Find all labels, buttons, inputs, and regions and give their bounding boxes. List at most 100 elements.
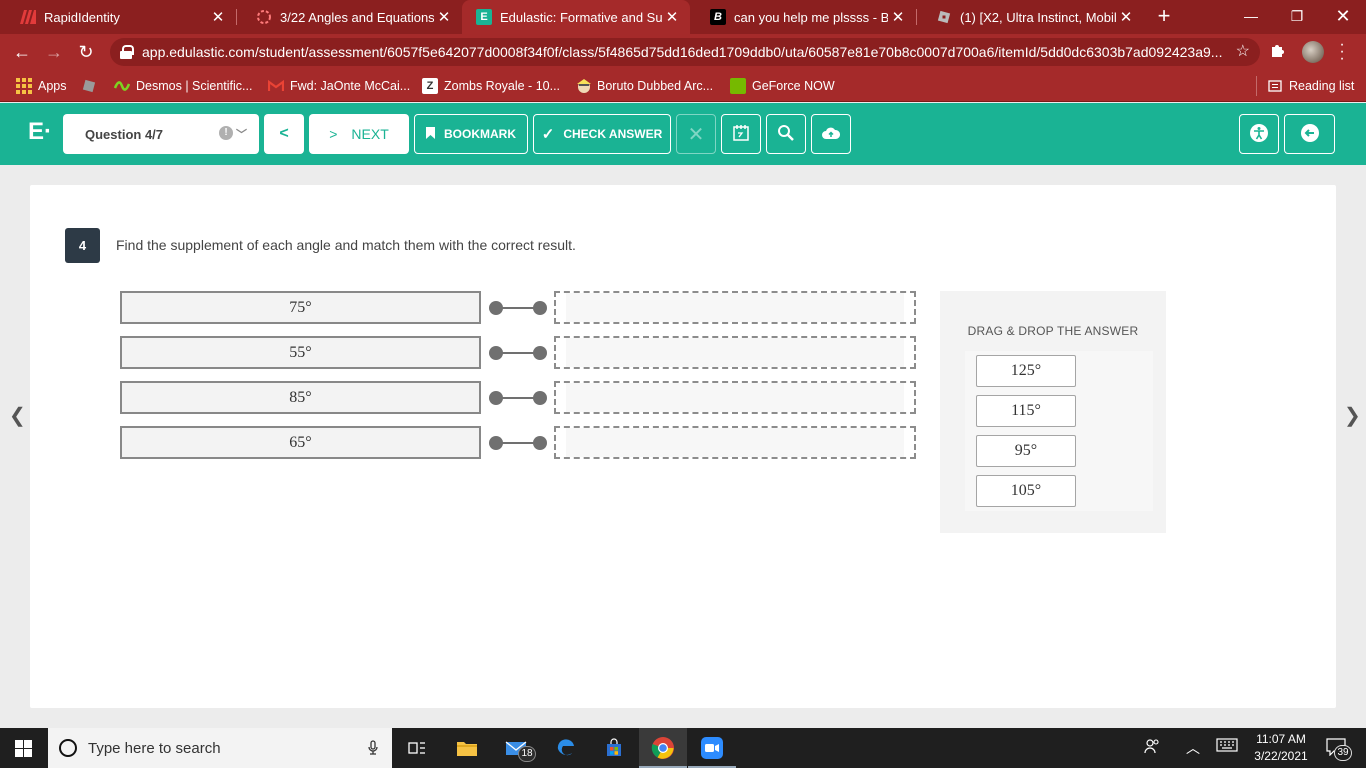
save-upload-button[interactable] xyxy=(811,114,851,154)
close-icon[interactable]: ✕ xyxy=(434,8,454,26)
window-close-button[interactable]: ✕ xyxy=(1320,0,1366,32)
bookmark-geforce-now[interactable]: GeForce NOW xyxy=(730,76,835,96)
windows-start-icon[interactable] xyxy=(15,740,32,757)
keyboard-icon[interactable] xyxy=(1216,738,1238,755)
minimize-button[interactable]: — xyxy=(1228,0,1274,32)
browser-tab-strip: RapidIdentity ✕ 3/22 Angles and Equation… xyxy=(0,0,1366,34)
next-question-button[interactable]: > NEXT xyxy=(309,114,409,154)
chevron-down-icon: ﹀ xyxy=(236,129,247,141)
question-number-badge: 4 xyxy=(65,228,100,263)
bookmarks-bar: Apps Desmos | Scientific... Fwd: JaOnte … xyxy=(0,70,1366,102)
exit-button[interactable] xyxy=(1284,114,1335,154)
bookmark-desmos[interactable]: Desmos | Scientific... xyxy=(113,76,252,96)
browser-menu-icon[interactable]: · · · xyxy=(1338,37,1346,67)
draggable-choice[interactable]: 115° xyxy=(976,395,1076,427)
new-tab-button[interactable]: + xyxy=(1152,5,1176,29)
profile-avatar[interactable] xyxy=(1302,41,1324,63)
draggable-choice[interactable]: 125° xyxy=(976,355,1076,387)
reading-list-button[interactable]: Reading list xyxy=(1267,76,1354,96)
draggable-choice[interactable]: 95° xyxy=(976,435,1076,467)
bookmark-apps[interactable]: Apps xyxy=(16,76,67,96)
notification-badge: 39 xyxy=(1334,745,1352,761)
reading-list-icon xyxy=(1267,78,1283,94)
bookmark-question-button[interactable]: BOOKMARK xyxy=(414,114,528,154)
search-icon xyxy=(777,124,795,145)
close-icon[interactable]: ✕ xyxy=(1116,8,1136,26)
boruto-icon xyxy=(575,78,591,94)
microphone-icon[interactable] xyxy=(368,740,378,759)
search-placeholder: Type here to search xyxy=(88,739,221,757)
microsoft-store-icon[interactable] xyxy=(600,734,628,762)
answer-drop-zone[interactable] xyxy=(554,291,916,324)
stem-item: 85° xyxy=(120,381,481,414)
close-icon[interactable]: ✕ xyxy=(888,8,908,26)
tab-roblox[interactable]: (1) [X2, Ultra Instinct, Mobile S ✕ xyxy=(916,0,1144,34)
chrome-icon[interactable] xyxy=(649,734,677,762)
bookmark-gmail[interactable]: Fwd: JaOnte McCai... xyxy=(267,76,410,96)
brainly-icon: B xyxy=(710,9,726,25)
accessibility-button[interactable] xyxy=(1239,114,1279,154)
clear-answer-button[interactable]: ✕ xyxy=(676,114,716,154)
tab-edulastic[interactable]: E Edulastic: Formative and Summ ✕ xyxy=(462,0,690,34)
match-connector xyxy=(488,435,548,451)
clock-date: 3/22/2021 xyxy=(1254,749,1308,763)
checkmark-icon: ✓ xyxy=(541,126,555,143)
apps-grid-icon xyxy=(16,78,32,94)
rapididentity-icon xyxy=(20,9,36,25)
file-explorer-icon[interactable] xyxy=(453,734,481,762)
bookmark-roblox[interactable] xyxy=(81,76,103,96)
previous-page-arrow-icon[interactable]: ❮ xyxy=(9,403,26,428)
bookmark-zombs-royale[interactable]: Z Zombs Royale - 10... xyxy=(422,76,560,96)
url-text: app.edulastic.com/student/assessment/605… xyxy=(142,44,1222,60)
answer-drop-zone[interactable] xyxy=(554,426,916,459)
answer-drop-zone[interactable] xyxy=(554,381,916,414)
restore-button[interactable]: ❐ xyxy=(1274,0,1320,32)
address-bar[interactable]: app.edulastic.com/student/assessment/605… xyxy=(110,38,1260,66)
close-icon[interactable]: ✕ xyxy=(662,8,682,26)
accessibility-icon xyxy=(1249,123,1269,146)
zombs-icon: Z xyxy=(422,78,438,94)
bookmark-icon xyxy=(426,126,435,142)
scratchpad-button[interactable] xyxy=(721,114,761,154)
check-answer-button[interactable]: ✓ CHECK ANSWER xyxy=(533,114,671,154)
bookmarks-divider xyxy=(1256,76,1257,96)
star-icon[interactable]: ☆ xyxy=(1236,41,1250,61)
edulastic-logo: E· xyxy=(28,118,52,145)
roblox-icon xyxy=(936,9,952,25)
match-connector xyxy=(488,300,548,316)
back-button[interactable]: ← xyxy=(8,38,36,66)
answer-drop-zone[interactable] xyxy=(554,336,916,369)
exit-arrow-icon xyxy=(1300,123,1320,146)
chevron-right-icon: > xyxy=(329,126,338,142)
tab-brainly[interactable]: B can you help me plssss - Brainl ✕ xyxy=(690,0,916,34)
edge-icon[interactable] xyxy=(552,734,580,762)
mail-icon[interactable]: 18 xyxy=(502,734,536,762)
previous-question-button[interactable]: < xyxy=(264,114,304,154)
cloud-upload-icon xyxy=(822,126,841,143)
people-icon[interactable] xyxy=(1144,738,1160,757)
bookmark-boruto[interactable]: Boruto Dubbed Arc... xyxy=(575,76,713,96)
zoom-icon[interactable] xyxy=(698,734,726,762)
next-page-arrow-icon[interactable]: ❯ xyxy=(1344,403,1361,428)
draggable-choice[interactable]: 105° xyxy=(976,475,1076,507)
forward-button[interactable]: → xyxy=(40,38,68,66)
system-clock[interactable]: 11:07 AM 3/22/2021 xyxy=(1246,731,1316,765)
close-icon[interactable]: ✕ xyxy=(208,8,228,26)
taskbar-search-box[interactable]: Type here to search xyxy=(48,728,392,768)
gmail-icon xyxy=(267,78,285,94)
notification-center-icon[interactable]: 39 xyxy=(1326,738,1352,761)
question-selector[interactable]: Question 4/7 ! ﹀ xyxy=(63,114,259,154)
reload-button[interactable]: ↻ xyxy=(72,38,100,66)
task-view-icon[interactable] xyxy=(403,734,431,762)
tab-angles-equations[interactable]: 3/22 Angles and Equations Pro ✕ xyxy=(236,0,462,34)
stem-item: 65° xyxy=(120,426,481,459)
stem-item: 75° xyxy=(120,291,481,324)
tab-rapididentity[interactable]: RapidIdentity ✕ xyxy=(0,0,236,34)
browser-toolbar: ← → ↻ app.edulastic.com/student/assessme… xyxy=(0,34,1366,70)
magnifier-button[interactable] xyxy=(766,114,806,154)
extensions-puzzle-icon[interactable] xyxy=(1270,42,1286,63)
clock-time: 11:07 AM xyxy=(1256,732,1306,746)
panel-title: DRAG & DROP THE ANSWER xyxy=(967,324,1139,338)
chevron-up-icon[interactable]: ︿ xyxy=(1186,738,1200,758)
roblox-icon xyxy=(81,78,97,94)
